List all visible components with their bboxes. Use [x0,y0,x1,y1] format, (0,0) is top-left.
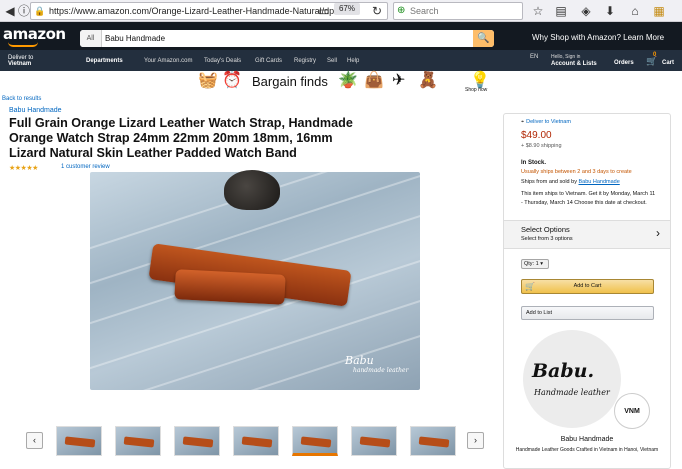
ships-note: This item ships to Vietnam. Get it by Mo… [521,191,656,206]
quantity-value: Qty: 1 [524,261,539,267]
quantity-select[interactable]: Qty: 1 ▾ [521,259,549,269]
language-selector[interactable]: EN [530,54,538,60]
amazon-header: amazon All Babu Handmade 🔍 Why Shop with… [0,22,682,50]
price: $49.00 [521,130,552,141]
download-icon[interactable]: ⬇ [602,3,618,19]
brand-link[interactable]: Babu Handmade [9,107,62,114]
orders-link[interactable]: Orders [614,60,634,66]
thumbnail[interactable] [174,426,220,456]
watch-strap-image [174,269,286,305]
browser-toolbar: ◀ ⓘ 🔒 https://www.amazon.com/Orange-Liza… [0,0,682,22]
library-icon[interactable]: ▤ [553,3,569,19]
promo-link[interactable]: Why Shop with Amazon? Learn More [532,33,664,42]
nav-gift-cards[interactable]: Gift Cards [255,58,282,64]
banner-basket-icon: 🧺 [198,72,218,89]
thumbnail-selected[interactable] [292,426,338,456]
pocket-icon[interactable]: ◈ [578,3,594,19]
extension-icon[interactable]: ▦ [651,3,667,19]
thumbnail-prev-button[interactable]: ‹ [26,432,43,449]
amazon-smile-icon [8,42,38,47]
bookmark-star-icon[interactable]: ☆ [530,3,546,19]
sold-by: Ships from and sold by Babu Handmade [521,179,620,185]
nav-registry[interactable]: Registry [294,58,316,64]
browser-search-placeholder: Search [410,6,439,16]
amazon-nav-bar: Deliver to Vietnam Departments Your Amaz… [0,50,682,71]
seller-logo-title: Babu. [532,360,595,382]
deliver-location: Vietnam [8,61,32,67]
lock-icon: 🔒 [34,6,46,16]
options-title: Select Options [521,225,570,234]
banner-bag-icon: 👜 [364,72,384,89]
home-icon[interactable]: ⌂ [627,3,643,19]
vnm-badge: VNM [614,393,650,429]
cart-icon[interactable]: 🛒 [646,56,657,67]
search-engine-icon: ⊕ [397,5,406,16]
location-pin-icon: ⌖ [521,119,525,125]
nav-sell[interactable]: Sell [327,58,337,64]
thumbnail[interactable] [115,426,161,456]
nav-help[interactable]: Help [347,58,359,64]
usually-ships-text: Usually ships between 2 and 3 days to cr… [521,169,632,175]
select-options-button[interactable]: Select Options Select from 3 options › [504,220,670,249]
thumbnail[interactable] [351,426,397,456]
customer-review-link[interactable]: 1 customer review [61,164,110,170]
buybox-deliver-to[interactable]: ⌖ Deliver to Vietnam [521,119,571,126]
banner-plane-icon: ✈ [392,72,406,89]
shipping-cost: + $8.90 shipping [521,143,562,149]
pinecone-image [224,170,280,210]
seller-link[interactable]: Babu Handmade [578,179,619,185]
amazon-search-bar[interactable]: All Babu Handmade 🔍 [80,30,494,47]
amazon-logo[interactable]: amazon [3,25,66,43]
nav-todays-deals[interactable]: Today's Deals [204,58,241,64]
url-text: https://www.amazon.com/Orange-Lizard-Lea… [49,6,348,16]
banner-plant-icon: 🪴 [338,72,358,89]
banner-toy-icon: 🧸 [418,72,438,89]
watermark-sub: handmade leather [353,367,409,374]
nav-your-amazon[interactable]: Your Amazon.com [144,58,192,64]
chevron-right-icon: › [656,226,660,240]
buybox-deliver-to-label: Deliver to Vietnam [526,119,571,125]
options-subtitle: Select from 3 options [521,236,573,242]
search-category-select[interactable]: All [80,30,102,47]
seller-description: Handmade Leather Goods Crafted in Vietna… [515,447,659,453]
seller-name[interactable]: Babu Handmade [503,436,671,443]
thumbnail[interactable] [56,426,102,456]
image-watermark: Babu handmade leather [345,355,409,376]
browser-search-input[interactable]: ⊕ Search [393,2,523,20]
seller-logo-subtitle: Handmade leather [534,388,610,397]
account-lists[interactable]: Account & Lists [551,61,597,67]
thumbnail-next-button[interactable]: › [467,432,484,449]
zoom-level[interactable]: 67% [334,3,360,15]
add-to-cart-button[interactable]: 🛒 Add to Cart [521,279,654,294]
stock-status: In Stock. [521,160,547,166]
thumbnail[interactable] [410,426,456,456]
cart-icon: 🛒 [525,282,535,291]
reader-view-icon[interactable]: ▭ [316,3,332,19]
hello-sign-in: Hello, Sign in [551,54,581,60]
deliver-to-nav[interactable]: Deliver to Vietnam [8,55,33,67]
rating-stars[interactable]: ★★★★★ [9,164,38,172]
add-to-list-label: Add to List [526,310,552,316]
banner-shop-now[interactable]: Shop now [465,87,487,93]
search-icon[interactable]: 🔍 [473,30,494,47]
banner-clock-icon: ⏰ [222,72,242,89]
back-to-results-link[interactable]: Back to results [2,96,41,102]
nav-departments[interactable]: Departments [86,58,123,64]
thumbnail[interactable] [233,426,279,456]
amazon-search-input[interactable]: Babu Handmade [105,30,165,47]
reload-icon[interactable]: ↻ [369,3,385,19]
cart-link[interactable]: Cart [662,60,674,66]
add-to-cart-label: Add to Cart [573,283,602,289]
sold-by-prefix: Ships from and sold by [521,179,577,185]
banner-title[interactable]: Bargain finds [252,74,328,89]
add-to-list-button[interactable]: Add to List [521,306,654,320]
product-title: Full Grain Orange Lizard Leather Watch S… [9,116,353,160]
